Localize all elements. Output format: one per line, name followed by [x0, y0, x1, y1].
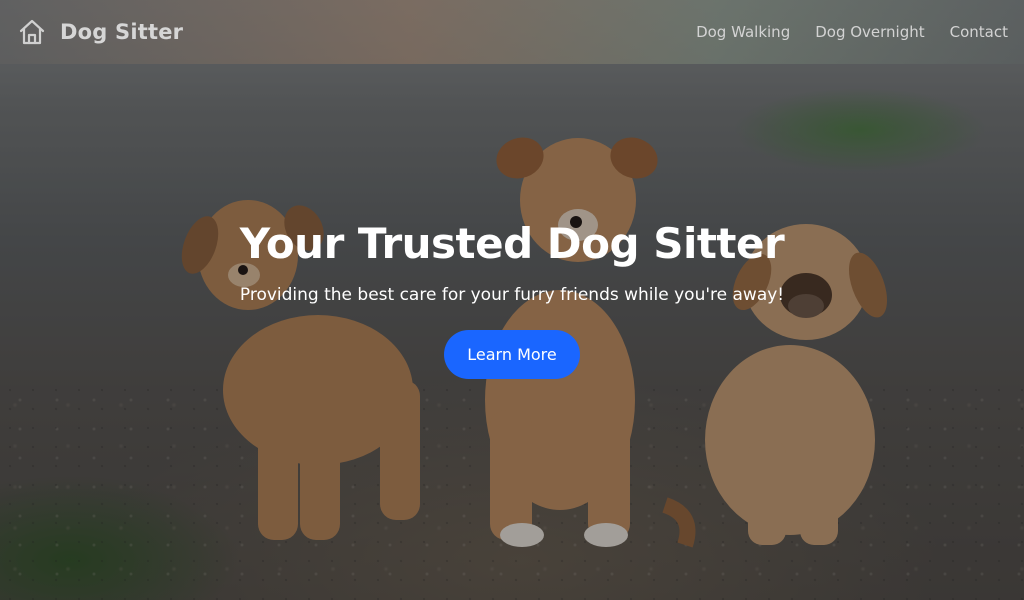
brand-link[interactable]: Dog Sitter — [18, 18, 183, 46]
hero-section: Dog Sitter Dog Walking Dog Overnight Con… — [0, 0, 1024, 600]
navbar: Dog Sitter Dog Walking Dog Overnight Con… — [0, 0, 1024, 64]
nav-links: Dog Walking Dog Overnight Contact — [696, 23, 1008, 41]
hero-subtitle: Providing the best care for your furry f… — [239, 285, 785, 305]
nav-link-contact[interactable]: Contact — [950, 23, 1008, 41]
brand-name: Dog Sitter — [60, 20, 184, 44]
nav-link-dog-walking[interactable]: Dog Walking — [696, 23, 790, 41]
house-icon — [18, 18, 46, 46]
hero-title: Your Trusted Dog Sitter — [239, 219, 785, 268]
learn-more-button[interactable]: Learn More — [444, 330, 580, 379]
hero-content: Your Trusted Dog Sitter Providing the be… — [0, 216, 1024, 379]
nav-link-dog-overnight[interactable]: Dog Overnight — [815, 23, 924, 41]
